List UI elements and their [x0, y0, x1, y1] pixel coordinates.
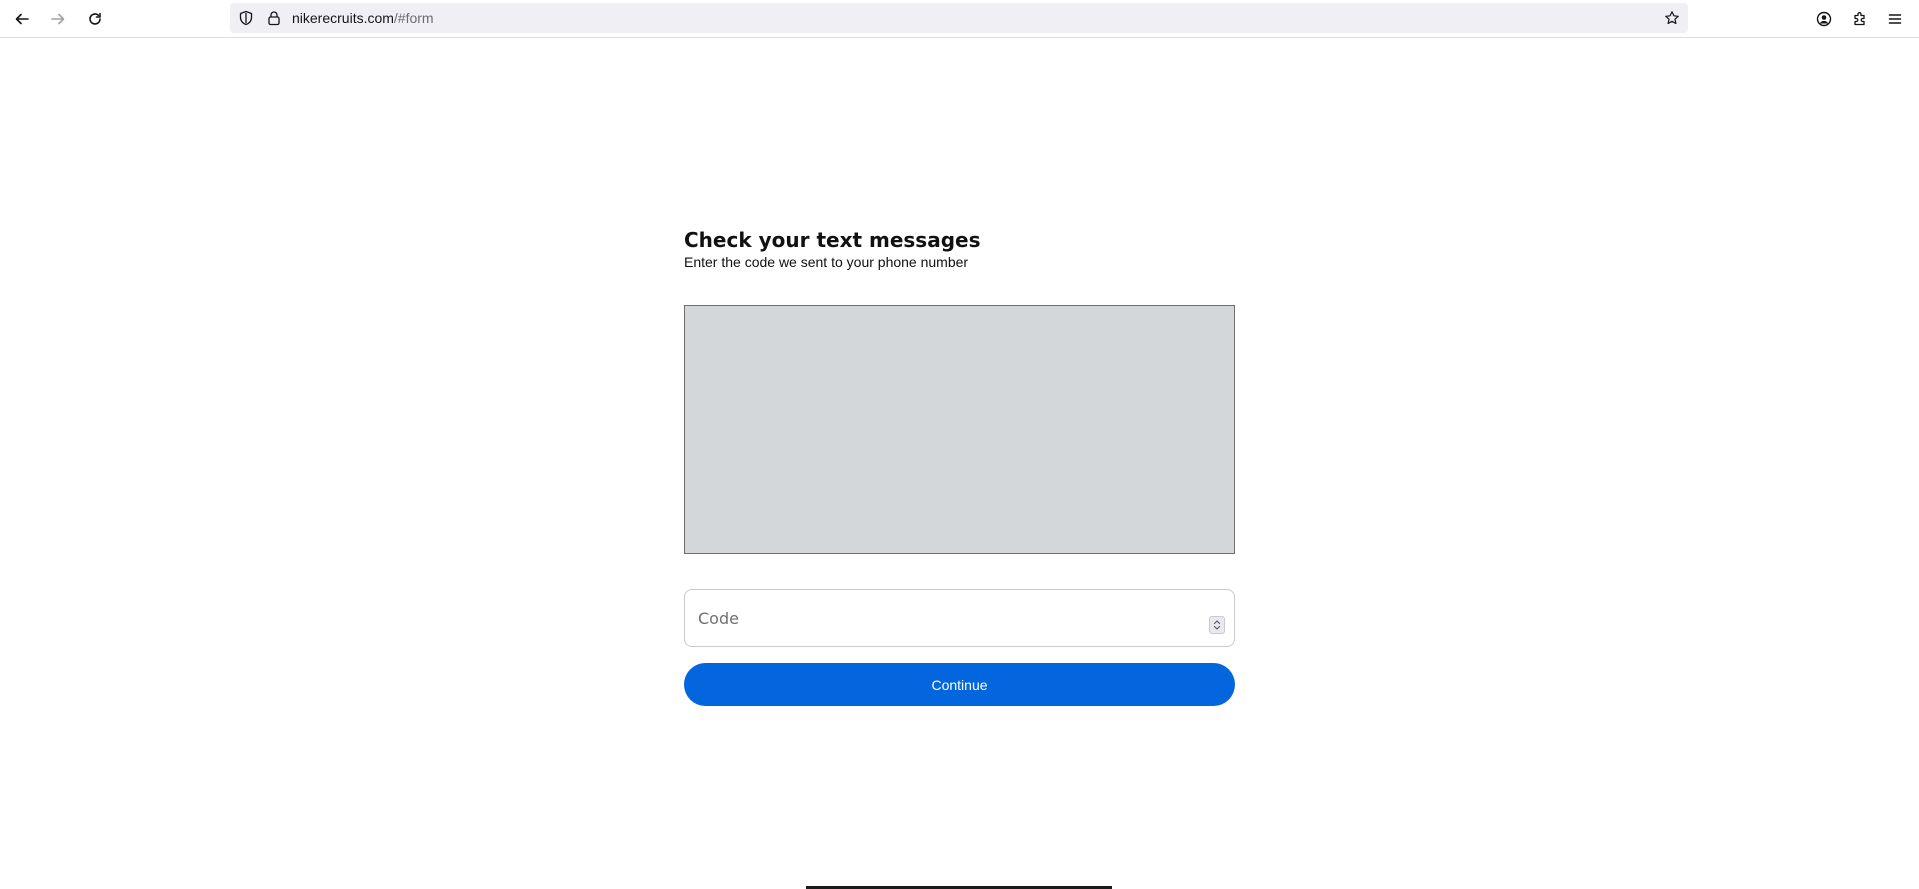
extensions-button[interactable] — [1846, 5, 1874, 33]
reload-icon — [89, 12, 101, 25]
hamburger-menu-icon — [1888, 14, 1902, 24]
forward-arrow-icon — [51, 13, 65, 25]
app-menu-button[interactable] — [1881, 5, 1909, 33]
star-icon[interactable] — [1664, 10, 1680, 26]
forward-button[interactable] — [44, 5, 72, 33]
puzzle-icon — [1854, 12, 1865, 26]
continue-button[interactable]: Continue — [684, 663, 1235, 706]
back-button[interactable] — [8, 5, 36, 33]
reload-button[interactable] — [81, 5, 109, 33]
shield-icon[interactable] — [238, 10, 254, 26]
code-field[interactable] — [684, 589, 1235, 647]
url-path: /#form — [393, 10, 434, 26]
browser-toolbar: nikerecruits.com/#form — [0, 0, 1919, 38]
back-arrow-icon — [15, 13, 29, 25]
verification-form: Check your text messages Enter the code … — [684, 227, 1235, 706]
spinner-arrows-icon — [1213, 620, 1221, 630]
number-spinner[interactable] — [1209, 616, 1225, 634]
page-subtitle: Enter the code we sent to your phone num… — [684, 254, 969, 270]
code-input[interactable] — [698, 590, 1178, 646]
lock-icon[interactable] — [266, 10, 282, 26]
account-button[interactable] — [1810, 5, 1838, 33]
captcha-frame[interactable] — [684, 305, 1235, 554]
url-host: nikerecruits.com — [292, 10, 394, 26]
address-bar[interactable]: nikerecruits.com/#form — [230, 3, 1688, 33]
page-title: Check your text messages — [684, 228, 981, 252]
account-icon — [1816, 11, 1832, 27]
url-text[interactable]: nikerecruits.com/#form — [292, 10, 434, 26]
